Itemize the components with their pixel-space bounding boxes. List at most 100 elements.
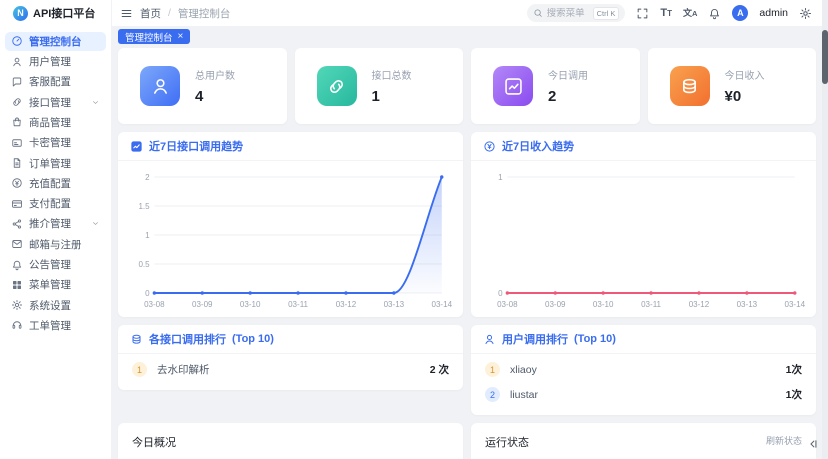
- user-icon: [11, 56, 23, 68]
- refresh-status-link[interactable]: 刷新状态: [766, 434, 802, 447]
- tab-dashboard[interactable]: 管理控制台 ×: [118, 29, 191, 44]
- api-ranking-list: 1 去水印解析 2 次: [118, 354, 463, 390]
- run-status-title: 运行状态: [485, 437, 529, 449]
- rank-name: 去水印解析: [157, 364, 210, 376]
- sidebar-item-mail-register[interactable]: 邮箱与注册: [5, 235, 106, 254]
- stat-card-total-users: 总用户数 4: [118, 48, 287, 124]
- link-icon: [11, 96, 23, 108]
- recharge-icon: [11, 177, 23, 189]
- grid-icon: [11, 279, 23, 291]
- settings-icon[interactable]: [799, 7, 812, 20]
- income-trend-title: 近7日收入趋势: [502, 141, 575, 153]
- fullscreen-icon[interactable]: [636, 7, 649, 20]
- notifications-icon[interactable]: [708, 7, 721, 20]
- sidebar-item-referral-mgmt[interactable]: 推介管理: [5, 215, 106, 234]
- mail-icon: [11, 238, 23, 250]
- scrollbar-thumb[interactable]: [822, 30, 828, 84]
- today-overview-title: 今日概况: [132, 437, 176, 449]
- chevron-down-icon: [91, 98, 100, 107]
- stat-label: 接口总数: [371, 71, 412, 82]
- calls-trend-title: 近7日接口调用趋势: [149, 141, 244, 153]
- close-icon[interactable]: ×: [178, 31, 184, 42]
- user-ranking-title: 用户调用排行: [502, 334, 568, 346]
- sidebar-item-product-mgmt[interactable]: 商品管理: [5, 113, 106, 132]
- gauge-icon: [11, 35, 23, 47]
- svg-text:03-14: 03-14: [431, 300, 452, 309]
- sidebar-item-payment-config[interactable]: 支付配置: [5, 194, 106, 213]
- sidebar-item-label: 公告管理: [29, 259, 71, 272]
- user-icon: [483, 333, 496, 346]
- svg-text:03-12: 03-12: [689, 300, 710, 309]
- api-ranking-header: 各接口调用排行 (Top 10): [118, 325, 463, 354]
- app-logo-icon: N: [13, 5, 28, 21]
- svg-text:03-13: 03-13: [737, 300, 758, 309]
- sidebar-item-label: 管理控制台: [29, 35, 82, 48]
- bag-icon: [11, 116, 23, 128]
- stat-label: 总用户数: [195, 71, 235, 82]
- user-ranking-header: 用户调用排行 (Top 10): [471, 325, 816, 354]
- sidebar-item-label: 卡密管理: [29, 137, 71, 150]
- svg-text:03-11: 03-11: [288, 300, 308, 309]
- run-status-panel: 运行状态 刷新状态: [471, 423, 816, 459]
- user-ranking-top-label: (Top 10): [574, 333, 616, 345]
- rank-badge: 1: [132, 362, 147, 377]
- search-shortcut-badge: Ctrl K: [592, 6, 620, 20]
- font-size-icon[interactable]: TT: [660, 7, 672, 19]
- svg-text:1.5: 1.5: [138, 202, 150, 211]
- collapse-panel-icon[interactable]: [806, 437, 820, 451]
- sidebar-item-label: 菜单管理: [29, 279, 71, 292]
- sidebar-item-label: 系统设置: [29, 299, 71, 312]
- rank-count: 1次: [785, 364, 802, 376]
- sidebar-item-recharge-config[interactable]: 充值配置: [5, 174, 106, 193]
- trend-icon: [493, 66, 533, 106]
- bell-icon: [11, 259, 23, 271]
- sidebar-item-support-config[interactable]: 客服配置: [5, 73, 106, 92]
- sidebar-menu: 管理控制台用户管理客服配置 接口管理 商品管理卡密管理订单管理充值配置支付配置推介管…: [0, 26, 111, 335]
- stat-card-total-apis: 接口总数 1: [294, 48, 463, 124]
- svg-text:2: 2: [145, 173, 150, 182]
- tab-label: 管理控制台: [125, 32, 173, 44]
- avatar[interactable]: A: [732, 5, 749, 21]
- sidebar-item-dashboard[interactable]: 管理控制台: [5, 32, 106, 51]
- income-trend-chart: 0 1 03-08 03-09 03-10 03-11 03-12 03-13 03-14: [471, 161, 816, 317]
- ranking-row: 1 去水印解析 2 次: [132, 357, 449, 382]
- chevron-down-icon: [91, 219, 100, 228]
- svg-text:03-11: 03-11: [641, 300, 661, 309]
- sidebar-item-label: 充值配置: [29, 177, 71, 190]
- stat-value: 1: [371, 88, 380, 105]
- stat-label: 今日收入: [724, 71, 765, 82]
- coin-icon: [483, 140, 496, 153]
- user-ranking-panel: 用户调用排行 (Top 10) 1 xliaoy 1次 2 liustar 1次: [471, 325, 816, 415]
- sidebar-item-menu-mgmt[interactable]: 菜单管理: [5, 276, 106, 295]
- sidebar-item-system-settings[interactable]: 系统设置: [5, 296, 106, 315]
- sidebar-item-user-mgmt[interactable]: 用户管理: [5, 52, 106, 71]
- sidebar-item-api-mgmt[interactable]: 接口管理: [5, 93, 106, 112]
- svg-text:1: 1: [145, 231, 150, 240]
- rank-count: 1次: [785, 389, 802, 401]
- breadcrumb-separator: /: [168, 7, 171, 19]
- sidebar-item-order-mgmt[interactable]: 订单管理: [5, 154, 106, 173]
- svg-text:0: 0: [145, 289, 150, 298]
- breadcrumb: 首页 / 管理控制台: [120, 6, 230, 21]
- user-icon: [140, 66, 180, 106]
- user-name[interactable]: admin: [759, 7, 788, 19]
- credit-icon: [11, 198, 23, 210]
- search-input[interactable]: [546, 7, 589, 19]
- share-icon: [11, 218, 23, 230]
- sidebar-item-announcement[interactable]: 公告管理: [5, 255, 106, 274]
- rank-name: liustar: [510, 388, 539, 401]
- breadcrumb-home[interactable]: 首页: [140, 6, 161, 21]
- collapse-sidebar-icon[interactable]: [120, 7, 133, 20]
- tab-bar: 管理控制台 ×: [112, 26, 822, 44]
- ranking-row: 1 xliaoy 1次: [485, 357, 802, 382]
- calls-trend-panel: 近7日接口调用趋势 0 0.5 1 1.5 2 03-08 03-09 03-10 03-11 0…: [118, 132, 463, 317]
- rank-badge: 1: [485, 362, 500, 377]
- scrollbar-track[interactable]: [822, 0, 828, 459]
- sidebar-item-ticket-mgmt[interactable]: 工单管理: [5, 316, 106, 335]
- menu-search[interactable]: Ctrl K: [526, 4, 626, 22]
- app-title: API接口平台: [33, 8, 96, 20]
- api-ranking-title: 各接口调用排行: [149, 334, 226, 346]
- translate-icon[interactable]: 文A: [683, 8, 697, 18]
- income-trend-header: 近7日收入趋势: [471, 132, 816, 161]
- sidebar-item-cardkey-mgmt[interactable]: 卡密管理: [5, 133, 106, 152]
